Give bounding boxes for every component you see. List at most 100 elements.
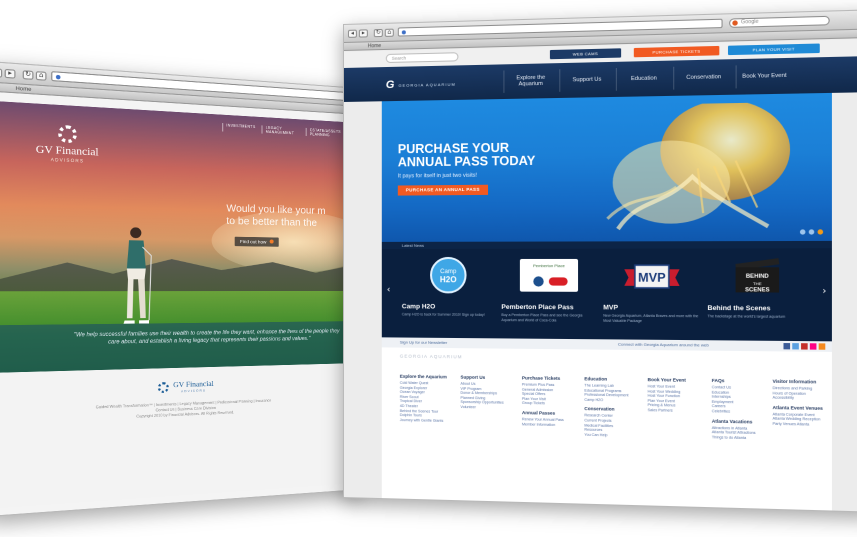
youtube-icon[interactable] xyxy=(801,343,808,350)
tab-home[interactable]: Home xyxy=(15,85,31,93)
feature-card-camp-h2o[interactable]: Camp H2O Camp H2O Camp H2O is back for S… xyxy=(402,257,495,318)
tab-home[interactable]: Home xyxy=(368,43,381,49)
hero-subtitle: It pays for itself in just two visits! xyxy=(397,172,478,180)
browser-window-gv-financial: ◂ ▸ ↻ ⌂ Home "We help successful familie xyxy=(0,60,361,518)
nav-conservation[interactable]: Conservation xyxy=(673,65,734,90)
nav-investments[interactable]: INVESTMENTS xyxy=(222,123,256,134)
find-out-label: Find out how xyxy=(239,238,267,245)
hero-headline: Would you like your m to be better than … xyxy=(226,203,354,231)
footer-heading[interactable]: Conservation xyxy=(584,406,643,412)
screenshot-stage: ◂ ▸ ↻ ⌂ Home "We help successful familie xyxy=(0,0,857,537)
reload-icon[interactable]: ↻ xyxy=(373,28,383,38)
ga-logo-text: GEORGIA AQUARIUM xyxy=(398,81,456,88)
footer-logo[interactable]: GV Financial ADVISORS xyxy=(0,375,354,400)
svg-text:H2O: H2O xyxy=(440,275,457,284)
back-icon[interactable]: ◂ xyxy=(0,67,3,78)
find-out-how-button[interactable]: Find out how xyxy=(234,236,279,247)
site-search-input[interactable]: Search xyxy=(385,52,459,64)
footer-link[interactable]: You Can Help xyxy=(584,432,643,438)
carousel-prev-icon[interactable]: ‹ xyxy=(387,285,391,295)
footer-link[interactable]: Group Tickets xyxy=(522,401,580,407)
home-icon[interactable]: ⌂ xyxy=(384,28,394,37)
feature-card-behind-scenes[interactable]: BEHIND THE SCENES Behind the Scenes The … xyxy=(707,257,807,320)
reload-icon[interactable]: ↻ xyxy=(22,70,34,80)
newsletter-link[interactable]: Sign Up for our Newsletter xyxy=(400,340,447,345)
gv-top-nav: INVESTMENTS LEGACY MANAGEMENT ESTATE/ASS… xyxy=(222,123,344,139)
back-icon[interactable]: ◂ xyxy=(347,29,357,38)
golfer-image xyxy=(123,227,156,324)
home-icon[interactable]: ⌂ xyxy=(35,71,47,81)
footer-heading[interactable]: Atlanta Vacations xyxy=(712,418,773,424)
rss-icon[interactable] xyxy=(818,343,826,350)
flickr-icon[interactable] xyxy=(809,343,817,350)
forward-icon[interactable]: ▸ xyxy=(4,68,16,79)
nav-support-us[interactable]: Support Us xyxy=(559,68,614,92)
mvp-badge: MVP xyxy=(603,257,701,295)
carousel-next-icon[interactable]: › xyxy=(822,286,826,297)
footer-col-education: Education The Learning Lab Educational P… xyxy=(584,376,643,438)
card-title: MVP xyxy=(603,304,619,312)
footer-link[interactable]: Accessibility xyxy=(773,396,830,402)
facebook-icon[interactable] xyxy=(783,343,791,350)
footer-heading[interactable]: Annual Passes xyxy=(522,410,580,416)
twitter-icon[interactable] xyxy=(792,343,799,350)
footer-col-tickets: Purchase Tickets Premium Plus Pass Gener… xyxy=(522,375,580,427)
footer-heading[interactable]: Education xyxy=(584,376,643,382)
carousel-dots xyxy=(799,229,824,235)
forward-icon[interactable]: ▸ xyxy=(358,29,368,38)
feature-carousel: ‹ › Camp H2O Camp H2O Camp H2O is back f… xyxy=(381,248,832,342)
card-desc: New Georgia Aquarium, Atlanta Braves and… xyxy=(603,313,699,323)
gv-logo[interactable]: GV Financial ADVISORS xyxy=(20,123,113,165)
footer-heading[interactable]: Visitor Information xyxy=(773,379,830,385)
svg-text:SCENES: SCENES xyxy=(745,287,770,293)
svg-text:BEHIND: BEHIND xyxy=(746,274,769,280)
nav-book-event[interactable]: Book Your Event xyxy=(735,64,793,89)
gv-footer: GV Financial ADVISORS Guided Wealth Tran… xyxy=(0,363,355,509)
feature-card-mvp[interactable]: MVP MVP New Georgia Aquarium, Atlanta Br… xyxy=(603,257,701,324)
carousel-dot-2[interactable] xyxy=(808,229,815,235)
footer-heading[interactable]: Support Us xyxy=(460,375,517,381)
google-search-field[interactable]: Google xyxy=(729,15,830,28)
footer-link[interactable]: Journey with Gentle Giants xyxy=(400,418,457,424)
behind-scenes-badge: BEHIND THE SCENES xyxy=(707,257,807,295)
footer-heading[interactable]: Atlanta Event Venues xyxy=(773,405,830,411)
card-desc: The backstage at the world's largest aqu… xyxy=(707,314,786,319)
ga-logo-mark: G xyxy=(385,78,395,92)
hero-title-line-2: ANNUAL PASS TODAY xyxy=(397,153,536,170)
footer-heading[interactable]: Purchase Tickets xyxy=(522,375,580,381)
purchase-annual-pass-button[interactable]: PURCHASE AN ANNUAL PASS xyxy=(397,184,488,196)
footer-link[interactable]: Camp H2O xyxy=(584,398,643,404)
pemberton-badge: Pemberton Place xyxy=(501,257,597,294)
site-favicon-icon xyxy=(401,30,406,35)
footer-link[interactable]: Celebrities xyxy=(712,409,773,415)
footer-col-explore: Explore the Aquarium Cold Water Quest Ge… xyxy=(400,374,457,424)
footer-logo-icon xyxy=(157,382,169,394)
footer-heading[interactable]: Book Your Event xyxy=(648,377,708,383)
nav-legacy-management[interactable]: LEGACY MANAGEMENT xyxy=(261,125,300,136)
plan-your-visit-button[interactable]: PLAN YOUR VISIT xyxy=(727,43,820,56)
purchase-tickets-button[interactable]: PURCHASE TICKETS xyxy=(633,45,720,58)
nav-estate-planning[interactable]: ESTATE/ASSETS PLANNING xyxy=(305,127,344,139)
footer-link[interactable]: Party Venues Atlanta xyxy=(773,422,830,428)
footer-link[interactable]: Member Information xyxy=(522,422,580,428)
card-desc: Camp H2O is back for Summer 2010! Sign u… xyxy=(401,312,485,317)
carousel-dot-3[interactable] xyxy=(817,229,824,235)
nav-explore[interactable]: Explore the Aquarium xyxy=(503,69,558,93)
svg-text:Pemberton Place: Pemberton Place xyxy=(533,263,566,268)
footer-link[interactable]: Sales Partners xyxy=(648,408,708,414)
footer-link[interactable]: Things to do Atlanta xyxy=(712,435,773,441)
gv-logo-icon xyxy=(58,124,77,144)
gv-hero-banner: "We help successful families use their w… xyxy=(0,101,355,373)
ga-logo[interactable]: G GEORGIA AQUARIUM xyxy=(385,78,456,92)
footer-link[interactable]: Volunteer xyxy=(460,405,517,411)
footer-logo[interactable]: GEORGIA AQUARIUM xyxy=(400,354,463,360)
feature-card-pemberton[interactable]: Pemberton Place Pemberton Place Pass Buy… xyxy=(501,257,597,323)
footer-heading[interactable]: Explore the Aquarium xyxy=(400,374,457,380)
footer-links: Guided Wealth Transformation™ | Investme… xyxy=(0,395,354,426)
hero-title: PURCHASE YOUR ANNUAL PASS TODAY xyxy=(397,141,562,170)
address-bar[interactable] xyxy=(397,18,723,37)
footer-heading[interactable]: FAQs xyxy=(712,378,773,384)
nav-education[interactable]: Education xyxy=(615,66,672,91)
web-cams-button[interactable]: WEB CAMS xyxy=(549,48,622,60)
carousel-dot-1[interactable] xyxy=(799,229,806,235)
